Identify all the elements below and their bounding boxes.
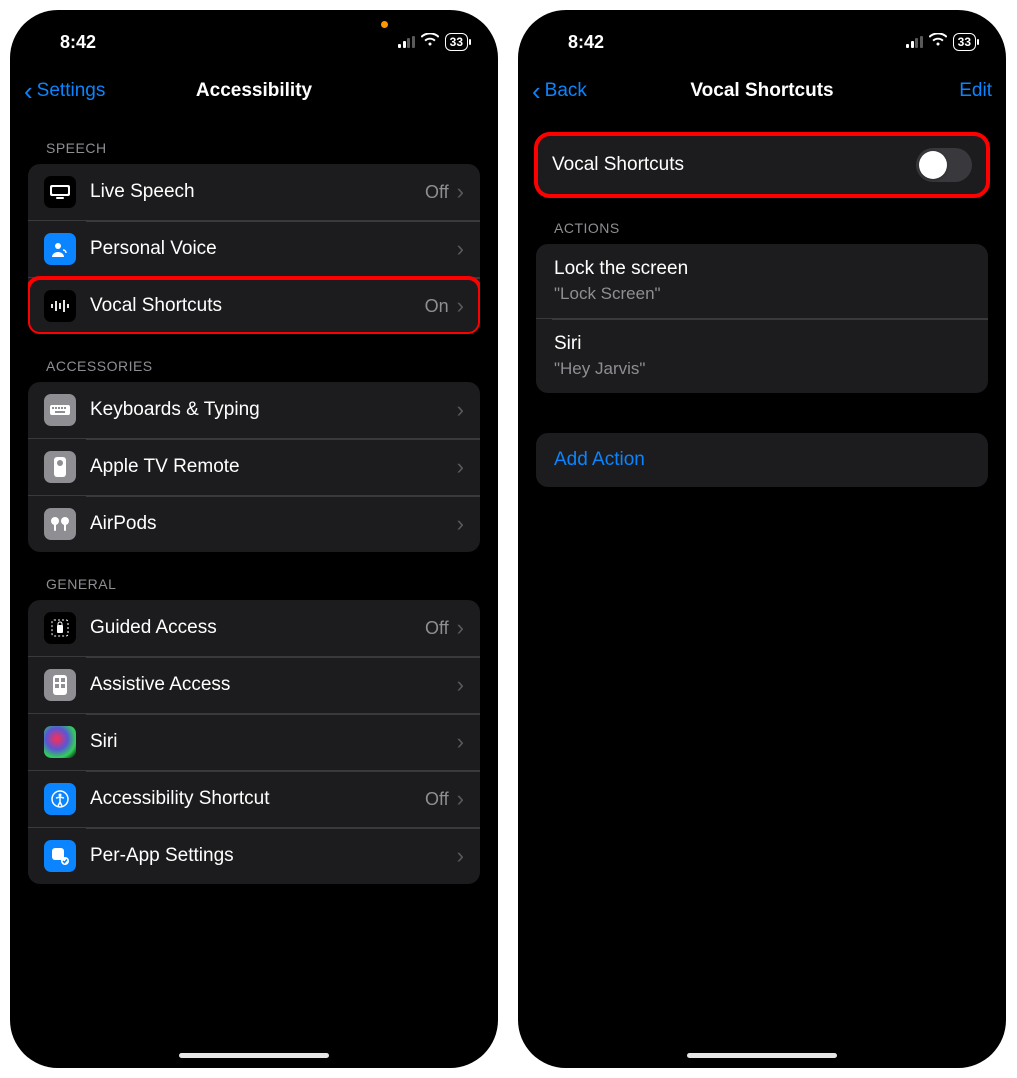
row-label: Assistive Access	[90, 674, 457, 696]
action-title: Lock the screen	[554, 258, 688, 280]
toggle-label: Vocal Shortcuts	[552, 154, 916, 176]
action-phrase: "Lock Screen"	[554, 284, 661, 304]
action-phrase: "Hey Jarvis"	[554, 359, 645, 379]
battery-icon: 33	[953, 33, 976, 51]
group-actions: Lock the screen "Lock Screen" Siri "Hey …	[536, 244, 988, 393]
row-per-app-settings[interactable]: Per-App Settings ›	[28, 827, 480, 884]
add-action-button[interactable]: Add Action	[536, 433, 988, 487]
row-label: Live Speech	[90, 181, 425, 203]
row-label: Keyboards & Typing	[90, 399, 457, 421]
chevron-left-icon: ‹	[24, 78, 33, 104]
chevron-right-icon: ›	[457, 672, 464, 698]
row-label: Guided Access	[90, 617, 425, 639]
chevron-right-icon: ›	[457, 786, 464, 812]
chevron-right-icon: ›	[457, 729, 464, 755]
back-label: Settings	[37, 80, 106, 102]
guided-access-icon	[44, 612, 76, 644]
nav-bar: ‹ Back Vocal Shortcuts Edit	[518, 66, 1006, 116]
row-value: On	[425, 296, 449, 317]
chevron-right-icon: ›	[457, 843, 464, 869]
home-indicator[interactable]	[687, 1053, 837, 1058]
status-icons: 33	[398, 33, 468, 51]
a11y-shortcut-icon	[44, 783, 76, 815]
row-value: Off	[425, 182, 449, 203]
section-header-speech: SPEECH	[28, 116, 480, 164]
screenshot-vocal-shortcuts: 8:42 33 ‹ Back Vocal Shortcuts Edit Voca…	[518, 10, 1006, 1068]
row-personal-voice[interactable]: Personal Voice ›	[28, 220, 480, 277]
row-vocal-shortcuts-toggle[interactable]: Vocal Shortcuts	[536, 134, 988, 196]
edit-button[interactable]: Edit	[959, 80, 992, 102]
row-vocal-shortcuts[interactable]: Vocal Shortcuts On ›	[28, 277, 480, 334]
battery-icon: 33	[445, 33, 468, 51]
status-time: 8:42	[60, 32, 96, 53]
row-label: Apple TV Remote	[90, 456, 457, 478]
chevron-right-icon: ›	[457, 397, 464, 423]
status-icons: 33	[906, 33, 976, 51]
assistive-access-icon	[44, 669, 76, 701]
row-assistive-access[interactable]: Assistive Access ›	[28, 656, 480, 713]
group-toggle: Vocal Shortcuts	[536, 134, 988, 196]
personal-voice-icon	[44, 233, 76, 265]
mic-indicator-dot	[381, 21, 388, 28]
row-airpods[interactable]: AirPods ›	[28, 495, 480, 552]
row-label: Siri	[90, 731, 457, 753]
back-label: Back	[545, 80, 587, 102]
chevron-left-icon: ‹	[532, 78, 541, 104]
chevron-right-icon: ›	[457, 293, 464, 319]
row-label: Vocal Shortcuts	[90, 295, 425, 317]
row-live-speech[interactable]: Live Speech Off ›	[28, 164, 480, 220]
row-apple-tv-remote[interactable]: Apple TV Remote ›	[28, 438, 480, 495]
back-button[interactable]: ‹ Settings	[24, 78, 105, 104]
vocal-shortcuts-switch[interactable]	[916, 148, 972, 182]
status-bar: 8:42 33	[10, 10, 498, 66]
section-header-actions: ACTIONS	[536, 196, 988, 244]
chevron-right-icon: ›	[457, 236, 464, 262]
screenshot-accessibility: 8:42 33 ‹ Settings Accessibility SPEECH	[10, 10, 498, 1068]
nav-bar: ‹ Settings Accessibility	[10, 66, 498, 116]
remote-icon	[44, 451, 76, 483]
chevron-right-icon: ›	[457, 511, 464, 537]
row-accessibility-shortcut[interactable]: Accessibility Shortcut Off ›	[28, 770, 480, 827]
section-header-general: GENERAL	[28, 552, 480, 600]
section-header-accessories: ACCESSORIES	[28, 334, 480, 382]
vocal-shortcuts-icon	[44, 290, 76, 322]
row-label: Per-App Settings	[90, 845, 457, 867]
action-row-siri[interactable]: Siri "Hey Jarvis"	[536, 318, 988, 393]
row-keyboards-typing[interactable]: Keyboards & Typing ›	[28, 382, 480, 438]
row-label: Personal Voice	[90, 238, 457, 260]
airpods-icon	[44, 508, 76, 540]
chevron-right-icon: ›	[457, 179, 464, 205]
home-indicator[interactable]	[179, 1053, 329, 1058]
status-time: 8:42	[568, 32, 604, 53]
siri-icon	[44, 726, 76, 758]
row-label: Accessibility Shortcut	[90, 788, 425, 810]
back-button[interactable]: ‹ Back	[532, 78, 587, 104]
settings-content[interactable]: SPEECH Live Speech Off › Personal Voice …	[10, 116, 498, 1068]
cellular-icon	[398, 36, 415, 48]
page-title: Accessibility	[196, 80, 312, 102]
action-row-lock-screen[interactable]: Lock the screen "Lock Screen"	[536, 244, 988, 318]
group-accessories: Keyboards & Typing › Apple TV Remote › A…	[28, 382, 480, 552]
vocal-shortcuts-content[interactable]: Vocal Shortcuts ACTIONS Lock the screen …	[518, 116, 1006, 1068]
row-siri[interactable]: Siri ›	[28, 713, 480, 770]
row-guided-access[interactable]: Guided Access Off ›	[28, 600, 480, 656]
chevron-right-icon: ›	[457, 615, 464, 641]
group-speech: Live Speech Off › Personal Voice › Vocal…	[28, 164, 480, 334]
row-value: Off	[425, 618, 449, 639]
status-bar: 8:42 33	[518, 10, 1006, 66]
cellular-icon	[906, 36, 923, 48]
per-app-icon	[44, 840, 76, 872]
row-label: AirPods	[90, 513, 457, 535]
keyboard-icon	[44, 394, 76, 426]
live-speech-icon	[44, 176, 76, 208]
wifi-icon	[421, 33, 439, 51]
row-value: Off	[425, 789, 449, 810]
chevron-right-icon: ›	[457, 454, 464, 480]
group-general: Guided Access Off › Assistive Access › S…	[28, 600, 480, 884]
page-title: Vocal Shortcuts	[690, 80, 833, 102]
action-title: Siri	[554, 333, 581, 355]
wifi-icon	[929, 33, 947, 51]
